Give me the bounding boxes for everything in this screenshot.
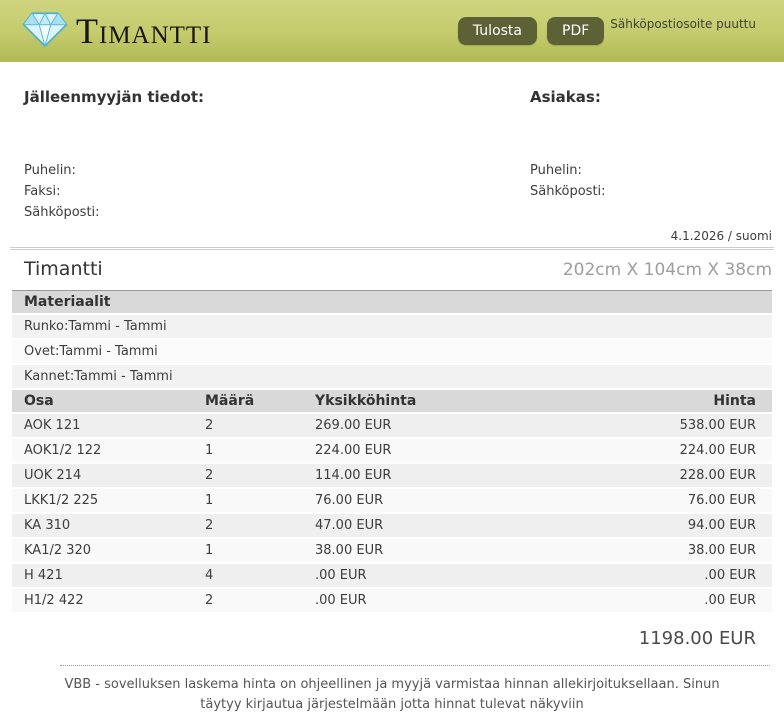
table-row: AOK1/2 122 1 224.00 EUR 224.00 EUR (12, 438, 772, 464)
table-row: H 421 4 .00 EUR .00 EUR (12, 563, 772, 589)
product-dimensions: 202cm X 104cm X 38cm (562, 260, 772, 280)
part-qty: 1 (193, 488, 303, 514)
part-price: 228.00 EUR (612, 463, 772, 489)
part-unit-price: 38.00 EUR (303, 538, 612, 564)
part-unit-price: 76.00 EUR (303, 488, 612, 514)
part-price: 94.00 EUR (612, 513, 772, 539)
table-row: KA 310 2 47.00 EUR 94.00 EUR (12, 513, 772, 539)
date-locale: 4.1.2026 / suomi (670, 229, 772, 243)
customer-email-label: Sähköposti: (530, 184, 606, 199)
table-row: LKK1/2 225 1 76.00 EUR 76.00 EUR (12, 488, 772, 514)
materials-rows: Runko:Tammi - Tammi Ovet:Tammi - Tammi K… (12, 315, 772, 390)
part-price: .00 EUR (612, 563, 772, 589)
parts-table-header-row: Osa Määrä Yksikköhinta Hinta (12, 390, 772, 414)
part-qty: 2 (193, 463, 303, 489)
col-header-maara: Määrä (193, 390, 303, 414)
part-unit-price: 224.00 EUR (303, 438, 612, 464)
customer-phone-label: Puhelin: (530, 163, 582, 178)
part-code: H1/2 422 (12, 588, 193, 614)
product-title-row: Timantti 202cm X 104cm X 38cm (0, 250, 784, 290)
col-header-hinta: Hinta (612, 390, 772, 414)
parts-table: Osa Määrä Yksikköhinta Hinta AOK 121 2 2… (12, 390, 772, 614)
part-code: H 421 (12, 563, 193, 589)
material-row: Kannet:Tammi - Tammi (12, 365, 772, 390)
material-row: Ovet:Tammi - Tammi (12, 340, 772, 365)
part-price: 76.00 EUR (612, 488, 772, 514)
part-code: LKK1/2 225 (12, 488, 193, 514)
part-qty: 2 (193, 513, 303, 539)
brand-name: Timantti (76, 10, 212, 51)
part-qty: 4 (193, 563, 303, 589)
disclaimer-text: VBB - sovelluksen laskema hinta on ohjee… (64, 677, 720, 712)
app-header: Timantti Tulosta PDF Sähköpostiosoite pu… (0, 0, 784, 62)
print-button[interactable]: Tulosta (457, 16, 537, 45)
reseller-info: Jälleenmyyjän tiedot: Puhelin: Faksi: Sä… (24, 88, 530, 223)
part-unit-price: 114.00 EUR (303, 463, 612, 489)
part-qty: 2 (193, 588, 303, 614)
reseller-email-label: Sähköposti: (24, 205, 100, 220)
reseller-heading: Jälleenmyyjän tiedot: (24, 88, 205, 106)
pdf-button[interactable]: PDF (547, 16, 605, 45)
col-header-osa: Osa (12, 390, 193, 414)
diamond-icon (22, 9, 68, 53)
part-code: AOK 121 (12, 413, 193, 439)
reseller-fax-label: Faksi: (24, 184, 61, 199)
reseller-phone-label: Puhelin: (24, 163, 76, 178)
header-actions: Tulosta PDF Sähköpostiosoite puuttu (457, 16, 756, 45)
part-price: 224.00 EUR (612, 438, 772, 464)
table-row: H1/2 422 2 .00 EUR .00 EUR (12, 588, 772, 614)
part-qty: 1 (193, 438, 303, 464)
part-price: .00 EUR (612, 588, 772, 614)
part-price: 38.00 EUR (612, 538, 772, 564)
part-code: AOK1/2 122 (12, 438, 193, 464)
brand-logo: Timantti (22, 9, 212, 53)
contact-section: Jälleenmyyjän tiedot: Puhelin: Faksi: Sä… (0, 62, 784, 223)
part-price: 538.00 EUR (612, 413, 772, 439)
material-row: Runko:Tammi - Tammi (12, 315, 772, 340)
part-qty: 2 (193, 413, 303, 439)
col-header-yksikkohinta: Yksikköhinta (303, 390, 612, 414)
part-code: KA1/2 320 (12, 538, 193, 564)
total-price: 1198.00 EUR (638, 628, 756, 649)
materials-section: Materiaalit Runko:Tammi - Tammi Ovet:Tam… (12, 290, 772, 390)
part-unit-price: 269.00 EUR (303, 413, 612, 439)
product-title: Timantti (24, 258, 103, 280)
table-row: AOK 121 2 269.00 EUR 538.00 EUR (12, 413, 772, 439)
table-row: UOK 214 2 114.00 EUR 228.00 EUR (12, 463, 772, 489)
part-unit-price: .00 EUR (303, 588, 612, 614)
materials-heading: Materiaalit (12, 290, 772, 315)
part-unit-price: 47.00 EUR (303, 513, 612, 539)
part-code: KA 310 (12, 513, 193, 539)
part-unit-price: .00 EUR (303, 563, 612, 589)
part-qty: 1 (193, 538, 303, 564)
email-missing-note: Sähköpostiosoite puuttu (610, 16, 756, 31)
part-code: UOK 214 (12, 463, 193, 489)
table-row: KA1/2 320 1 38.00 EUR 38.00 EUR (12, 538, 772, 564)
customer-heading: Asiakas: (530, 88, 601, 106)
customer-info: Asiakas: Puhelin: Sähköposti: (530, 88, 760, 223)
